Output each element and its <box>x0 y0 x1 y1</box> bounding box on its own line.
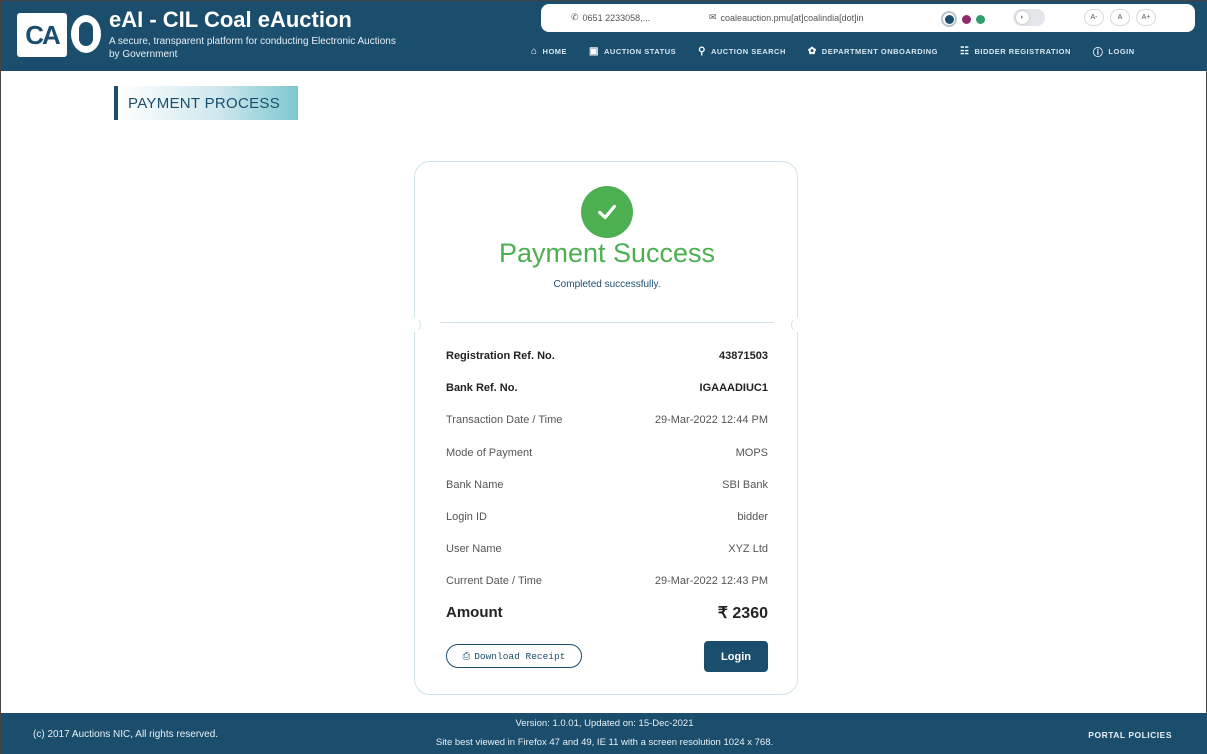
payment-status-subtitle: Completed successfully. <box>553 279 661 290</box>
nav-login-label: LOGIN <box>1108 47 1135 56</box>
id-card-icon: ☷ <box>959 46 970 57</box>
payment-status-title: Payment Success <box>498 238 716 268</box>
phone-number: 0651 2233058,... <box>582 12 651 23</box>
search-icon: ⚲ <box>698 46 706 57</box>
detail-row-user-name: User Name XYZ Ltd <box>446 533 768 565</box>
nav-department-onboarding-label: DEPARTMENT ONBOARDING <box>821 47 938 56</box>
national-emblem-icon <box>71 15 101 53</box>
detail-row-bank-name: Bank Name SBI Bank <box>446 469 768 501</box>
nav-home[interactable]: ⌂ HOME <box>531 44 567 59</box>
contact-email[interactable]: ✉ coaleauction.pmu[at]coalindia[dot]in <box>709 12 864 23</box>
nav-auction-status-label: AUCTION STATUS <box>604 47 677 56</box>
font-default-button[interactable]: A <box>1110 9 1130 26</box>
contrast-toggle-knob: ◐ <box>1015 10 1030 25</box>
nav-home-label: HOME <box>542 47 568 56</box>
amount-label: Amount <box>446 604 503 621</box>
mail-icon: ✉ <box>709 12 717 22</box>
login-button[interactable]: Login <box>704 641 768 672</box>
site-tagline: A secure, transparent platform for condu… <box>109 36 396 60</box>
card-notch-left <box>407 318 421 332</box>
font-size-controls: A- A A+ <box>1084 9 1156 26</box>
footer-browser-note: Site best viewed in Firefox 47 and 49, I… <box>435 737 774 748</box>
font-increase-button[interactable]: A+ <box>1136 9 1156 26</box>
detail-row-transaction-datetime: Transaction Date / Time 29-Mar-2022 12:4… <box>446 404 768 436</box>
detail-value: bidder <box>737 511 768 524</box>
contact-phone[interactable]: ✆ 0651 2233058,... <box>571 12 650 23</box>
detail-value: XYZ Ltd <box>728 543 768 556</box>
nav-department-onboarding[interactable]: ✿ DEPARTMENT ONBOARDING <box>808 44 938 59</box>
detail-row-registration-ref: Registration Ref. No. 43871503 <box>446 340 768 372</box>
login-icon: ⓘ <box>1092 48 1104 59</box>
detail-label: Bank Ref. No. <box>446 382 518 395</box>
theme-option-purple[interactable] <box>962 14 971 24</box>
detail-label: Mode of Payment <box>446 446 533 459</box>
nav-bidder-registration[interactable]: ☷ BIDDER REGISTRATION <box>960 44 1071 59</box>
page-title: PAYMENT PROCESS <box>114 86 298 120</box>
printer-icon: ⎙ <box>462 650 471 662</box>
nav-auction-status[interactable]: ▣ AUCTION STATUS <box>589 44 676 59</box>
nav-login[interactable]: ⓘ LOGIN <box>1093 44 1135 59</box>
check-icon <box>581 186 633 238</box>
detail-label: User Name <box>446 543 502 556</box>
detail-value: 29-Mar-2022 12:43 PM <box>654 575 768 588</box>
detail-value: IGAAADIUC1 <box>699 382 768 395</box>
footer-version: Version: 1.0.01, Updated on: 15-Dec-2021 <box>515 718 694 729</box>
portal-policies-link[interactable]: PORTAL POLICIES <box>1088 730 1172 740</box>
detail-value: SBI Bank <box>722 478 768 491</box>
leaf-icon: ✿ <box>807 46 817 57</box>
detail-label: Login ID <box>446 511 487 524</box>
document-icon: ▣ <box>589 46 599 57</box>
site-footer: (c) 2017 Auctions NIC, All rights reserv… <box>1 713 1207 754</box>
detail-value: MOPS <box>735 446 768 459</box>
payment-receipt-card: Payment Success Completed successfully. … <box>407 161 805 695</box>
detail-value: 43871503 <box>719 350 768 363</box>
site-logo[interactable]: CA <box>17 13 67 57</box>
detail-row-login-id: Login ID bidder <box>446 501 768 533</box>
detail-label: Bank Name <box>446 478 504 491</box>
detail-row-payment-mode: Mode of Payment MOPS <box>446 437 768 469</box>
detail-value: 29-Mar-2022 12:44 PM <box>654 414 768 427</box>
card-divider <box>440 322 774 323</box>
site-header: CA eAI - CIL Coal eAuction A secure, tra… <box>1 1 1207 71</box>
font-decrease-button[interactable]: A- <box>1084 9 1104 26</box>
payment-details: Registration Ref. No. 43871503 Bank Ref.… <box>446 340 768 628</box>
detail-label: Transaction Date / Time <box>446 414 563 427</box>
theme-option-green[interactable] <box>976 14 985 24</box>
contrast-toggle[interactable]: ◐ <box>1013 9 1045 26</box>
logo-text: CA <box>25 19 61 50</box>
detail-row-current-datetime: Current Date / Time 29-Mar-2022 12:43 PM <box>446 565 768 597</box>
nav-auction-search[interactable]: ⚲ AUCTION SEARCH <box>698 44 786 59</box>
detail-label: Registration Ref. No. <box>446 350 555 363</box>
utility-bar: ✆ 0651 2233058,... ✉ coaleauction.pmu[at… <box>541 4 1195 32</box>
detail-row-amount: Amount ₹ 2360 <box>446 598 768 628</box>
download-receipt-button[interactable]: ⎙ Download Receipt <box>446 644 582 668</box>
nav-auction-search-label: AUCTION SEARCH <box>710 47 786 56</box>
main-nav: ⌂ HOME ▣ AUCTION STATUS ⚲ AUCTION SEARCH… <box>531 44 1157 59</box>
nav-bidder-registration-label: BIDDER REGISTRATION <box>974 47 1071 56</box>
home-icon: ⌂ <box>531 46 538 57</box>
site-title: eAI - CIL Coal eAuction <box>109 7 352 32</box>
download-receipt-label: Download Receipt <box>474 650 566 662</box>
email-address: coaleauction.pmu[at]coalindia[dot]in <box>720 12 864 23</box>
amount-value: ₹ 2360 <box>717 604 768 622</box>
card-notch-right <box>791 318 805 332</box>
theme-switcher <box>941 11 985 27</box>
phone-icon: ✆ <box>571 12 579 22</box>
detail-row-bank-ref: Bank Ref. No. IGAAADIUC1 <box>446 372 768 404</box>
detail-label: Current Date / Time <box>446 575 542 588</box>
theme-option-blue[interactable] <box>941 11 957 27</box>
